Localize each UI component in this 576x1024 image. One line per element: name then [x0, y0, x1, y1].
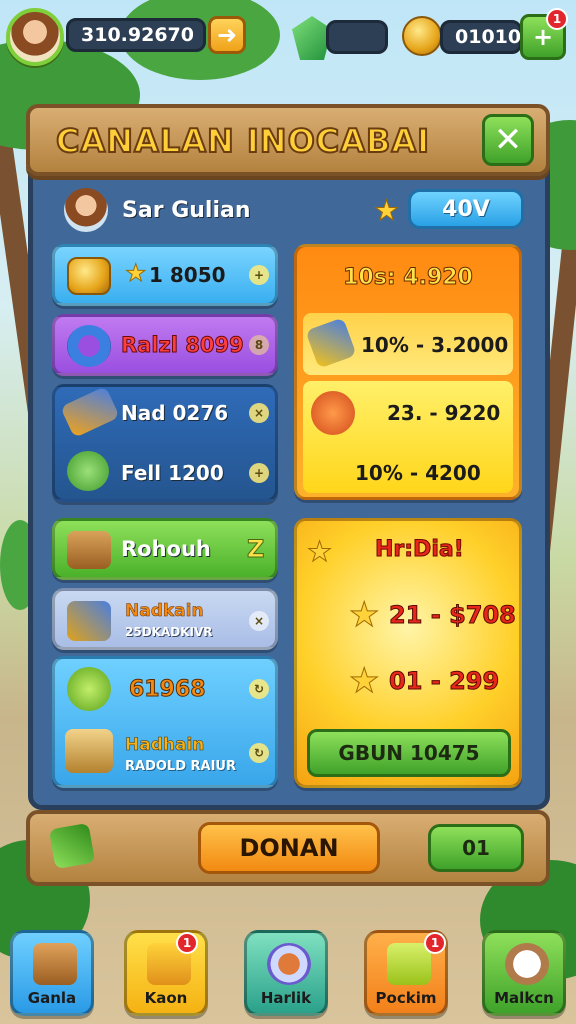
gift-icon: [387, 943, 431, 985]
nav-ganla-label: Ganla: [27, 989, 77, 1007]
reward-card-coins[interactable]: ★ 1 8050 +: [52, 244, 278, 306]
gold-coin-icon: [402, 16, 442, 56]
close-button[interactable]: ✕: [482, 114, 534, 166]
gift-box-icon[interactable]: [48, 822, 96, 870]
plus-icon: +: [249, 265, 269, 285]
nav-pockim-label: Pockim: [375, 989, 437, 1007]
treasure-chest-icon: [65, 729, 113, 773]
plus-icon[interactable]: +: [249, 463, 269, 483]
player-avatar[interactable]: [6, 8, 64, 66]
promo-row-2[interactable]: 01 - 299: [388, 667, 499, 696]
offer-row-group: 23. - 9220 10% - 4200: [303, 381, 513, 493]
arrow-icon: ➜: [216, 21, 238, 49]
hammer-icon: [305, 317, 357, 369]
offer-row-2-text[interactable]: 23. - 9220: [387, 401, 500, 425]
potion-reward-label[interactable]: Fell 1200: [121, 461, 224, 485]
level-value: 40V: [442, 196, 490, 222]
promo-title: Hr:Dia!: [375, 537, 465, 563]
star-icon: ★: [125, 259, 147, 288]
notification-badge-count: 1: [552, 12, 562, 26]
buy-coins-button[interactable]: ➜: [208, 16, 246, 54]
coin-counter: 310.92670: [66, 18, 206, 52]
promo-row-1[interactable]: 21 - $708: [389, 601, 517, 630]
ring-reward-label: Ralzl 8099: [121, 333, 245, 358]
gem-counter: [326, 20, 388, 54]
chest-icon: [67, 531, 111, 569]
gem-ring-icon: [67, 667, 111, 711]
user-name: Sar Gulian: [122, 198, 251, 223]
nav-harlik-label: Harlik: [260, 989, 312, 1007]
keys-title: Nadkain: [125, 601, 204, 622]
nav-kaon-badge: 1: [176, 932, 198, 954]
scroll-icon: [60, 386, 120, 438]
nav-malkcn-label: Malkcn: [494, 989, 554, 1007]
reward-card-ring[interactable]: Ralzl 8099 8: [52, 314, 278, 376]
close-small-icon[interactable]: ×: [249, 611, 269, 631]
chest-reward-label: Rohouh: [121, 537, 211, 561]
chest-icon: [33, 943, 77, 985]
nav-malkcn[interactable]: Malkcn: [482, 930, 566, 1016]
nav-ganla[interactable]: Ganla: [10, 930, 94, 1016]
treasure-title[interactable]: Hadhain: [125, 735, 205, 756]
count-label: 01: [462, 836, 490, 860]
top-bar: 310.92670 ➜ 01010 + 1: [0, 6, 576, 66]
nav-harlik[interactable]: Harlik: [244, 930, 328, 1016]
reward-card-chest[interactable]: Rohouh Z: [52, 518, 278, 580]
keys-subtitle: 25DKADKIVR: [125, 625, 213, 639]
star-icon: ★: [306, 535, 333, 569]
reward-card-treasure: 61968 ↻ Hadhain RADOLD RAIUR ↻: [52, 656, 278, 788]
leaf-icon: [311, 391, 355, 435]
promo-card: ★ Hr:Dia! ★ 21 - $708 ★ 01 - 299 GBUN 10…: [294, 518, 522, 788]
nav-pockim-badge: 1: [424, 932, 446, 954]
notification-badge: 1: [546, 8, 568, 30]
refresh-icon[interactable]: ↻: [249, 679, 269, 699]
reward-card-keys[interactable]: Nadkain 25DKADKIVR ×: [52, 588, 278, 650]
nav-kaon-label: Kaon: [144, 989, 188, 1007]
offers-header: 10s: 4.920: [343, 265, 474, 291]
gold-counter: 01010: [440, 20, 522, 54]
count-button[interactable]: 01: [428, 824, 524, 872]
scroll-reward-label[interactable]: Nad 0276: [121, 401, 228, 425]
treasure-subtitle: RADOLD RAIUR: [125, 759, 236, 774]
close-icon: ✕: [493, 120, 523, 160]
ring-icon: [267, 943, 311, 985]
potion-icon: [67, 451, 109, 491]
coin-counter-value: 310.92670: [81, 24, 194, 46]
panel-title: CANALAN INOCABAI: [55, 121, 431, 161]
offer-row-1[interactable]: 10% - 3.2000: [303, 313, 513, 375]
promo-buy-button[interactable]: GBUN 10475: [307, 729, 511, 777]
food-icon: [505, 943, 549, 985]
chain-icon: 8: [249, 335, 269, 355]
promo-buy-label: GBUN 10475: [338, 741, 480, 765]
level-pill[interactable]: 40V: [408, 189, 524, 229]
star-icon: ★: [348, 595, 380, 636]
gold-counter-value: 01010: [455, 26, 522, 48]
close-small-icon[interactable]: ×: [249, 403, 269, 423]
donan-label: DONAN: [239, 834, 339, 862]
user-avatar: [64, 188, 108, 232]
nav-kaon-badge-count: 1: [182, 936, 192, 950]
coin-stack-icon: [67, 257, 111, 295]
user-row: Sar Gulian ★ 40V: [40, 182, 536, 240]
offer-row-1-text: 10% - 3.2000: [361, 333, 509, 357]
offers-card: 10s: 4.920 10% - 3.2000 23. - 9220 10% -…: [294, 244, 522, 500]
star-icon: ★: [348, 661, 380, 702]
star-icon: ★: [373, 194, 400, 228]
offer-row-3-text[interactable]: 10% - 4200: [355, 461, 481, 485]
nav-pockim-badge-count: 1: [430, 936, 440, 950]
treasure-value[interactable]: 61968: [129, 677, 207, 703]
reward-card-group: Nad 0276 × Fell 1200 +: [52, 384, 278, 502]
ring-icon: [67, 325, 111, 367]
key-icon: [67, 601, 111, 641]
donan-button[interactable]: DONAN: [198, 822, 380, 874]
coins-reward-value: 1 8050: [149, 263, 226, 287]
refresh-icon[interactable]: ↻: [249, 743, 269, 763]
chest-badge: Z: [246, 535, 265, 564]
